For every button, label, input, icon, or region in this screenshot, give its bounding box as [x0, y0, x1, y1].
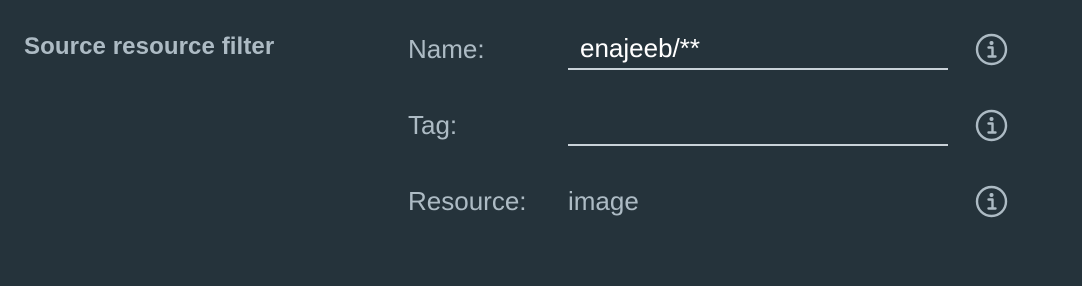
- tag-label: Tag:: [408, 110, 458, 140]
- tag-info-icon[interactable]: [975, 109, 1008, 142]
- name-input[interactable]: [568, 28, 948, 70]
- name-info-icon[interactable]: [975, 33, 1008, 66]
- resource-label: Resource:: [408, 186, 527, 216]
- resource-info-icon[interactable]: [975, 185, 1008, 218]
- resource-row: Resource: image: [0, 184, 1082, 224]
- resource-value: image: [568, 186, 639, 216]
- tag-row: Tag:: [0, 104, 1082, 148]
- name-label: Name:: [408, 34, 485, 64]
- source-resource-filter-panel: Source resource filter Name: Tag: Resour…: [0, 0, 1082, 286]
- tag-input[interactable]: [568, 104, 948, 146]
- name-row: Name:: [0, 28, 1082, 72]
